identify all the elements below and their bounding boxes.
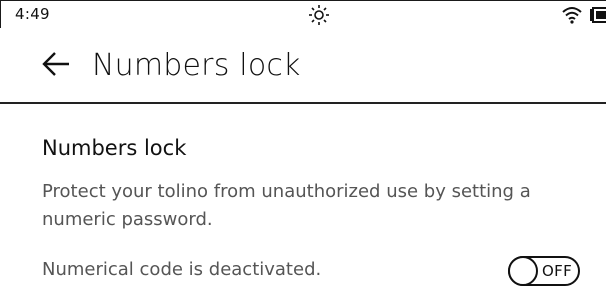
section-description: Protect your tolino from unauthorized us… [42, 181, 531, 230]
header-bar: Numbers lock [0, 28, 606, 104]
back-button[interactable] [36, 46, 76, 86]
numbers-lock-toggle[interactable]: OFF [508, 256, 580, 286]
brightness-icon[interactable] [307, 5, 331, 25]
wifi-icon [562, 6, 582, 24]
numbers-lock-status-text: Numerical code is deactivated. [42, 259, 322, 280]
section-title: Numbers lock [42, 136, 187, 160]
numbers-lock-status-row: Numerical code is deactivated. OFF [42, 256, 582, 288]
battery-icon [588, 6, 606, 24]
toggle-state-label: OFF [542, 262, 572, 280]
status-right-icons [562, 5, 606, 25]
arrow-left-icon [41, 51, 71, 81]
status-time: 4:49 [15, 5, 50, 23]
page-title: Numbers lock [92, 48, 301, 83]
status-bar: 4:49 [0, 0, 606, 28]
toggle-knob [508, 256, 538, 286]
